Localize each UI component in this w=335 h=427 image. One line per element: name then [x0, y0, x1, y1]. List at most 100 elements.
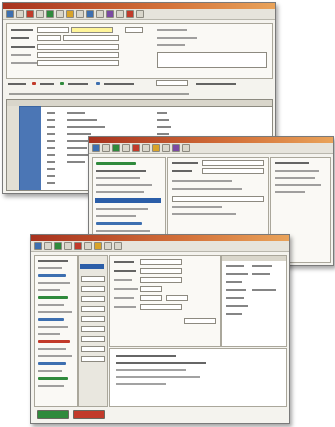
search-icon[interactable]: [152, 144, 160, 152]
value-field[interactable]: [81, 356, 105, 362]
value-field[interactable]: [81, 296, 105, 302]
input-field[interactable]: [71, 27, 113, 33]
help-icon[interactable]: [136, 10, 144, 18]
value-field[interactable]: [81, 316, 105, 322]
nav-item[interactable]: [38, 370, 62, 372]
input-field[interactable]: [37, 44, 119, 50]
save-icon[interactable]: [122, 144, 130, 152]
input-field[interactable]: [156, 80, 188, 86]
print-icon[interactable]: [84, 242, 92, 250]
input-field[interactable]: [140, 268, 182, 274]
notes-field[interactable]: [157, 52, 267, 68]
list-item[interactable]: [96, 177, 140, 179]
input-field[interactable]: [140, 277, 182, 283]
value-field[interactable]: [81, 326, 105, 332]
value-field[interactable]: [81, 336, 105, 342]
input-field[interactable]: [140, 286, 162, 292]
list-item[interactable]: [96, 230, 150, 232]
action-icon[interactable]: [32, 82, 36, 85]
new-icon[interactable]: [34, 242, 42, 250]
input-field[interactable]: [37, 35, 61, 41]
input-field[interactable]: [202, 160, 264, 166]
search-icon[interactable]: [66, 10, 74, 18]
print-icon[interactable]: [142, 144, 150, 152]
selected-value[interactable]: [80, 264, 104, 269]
list-item[interactable]: [96, 215, 136, 217]
print-icon[interactable]: [56, 10, 64, 18]
input-field[interactable]: [37, 27, 69, 33]
input-field[interactable]: [184, 318, 216, 324]
action-label[interactable]: [8, 83, 26, 85]
sort-icon[interactable]: [116, 10, 124, 18]
input-field[interactable]: [37, 60, 119, 66]
save-icon[interactable]: [36, 10, 44, 18]
nav-item[interactable]: [38, 326, 68, 328]
input-field[interactable]: [166, 295, 188, 301]
nav-item[interactable]: [38, 340, 70, 343]
ok-button[interactable]: [37, 410, 69, 419]
paste-icon[interactable]: [96, 10, 104, 18]
delete-icon[interactable]: [74, 242, 82, 250]
nav-item[interactable]: [38, 260, 68, 262]
help-icon[interactable]: [182, 144, 190, 152]
input-field[interactable]: [63, 35, 119, 41]
open-icon[interactable]: [44, 242, 52, 250]
filter-icon[interactable]: [162, 144, 170, 152]
filter-icon[interactable]: [106, 10, 114, 18]
input-field[interactable]: [140, 304, 182, 310]
filter-icon[interactable]: [104, 242, 112, 250]
selected-cells[interactable]: [19, 106, 41, 190]
help-icon[interactable]: [114, 242, 122, 250]
value-field[interactable]: [81, 276, 105, 282]
list-item[interactable]: [96, 162, 136, 165]
action-label[interactable]: [68, 83, 88, 85]
nav-item[interactable]: [38, 355, 72, 357]
input-field[interactable]: [140, 259, 182, 265]
nav-item[interactable]: [38, 333, 60, 335]
tools-icon[interactable]: [172, 144, 180, 152]
cancel-button[interactable]: [73, 410, 105, 419]
input-field[interactable]: [202, 168, 264, 174]
action-label[interactable]: [196, 83, 236, 85]
refresh-icon[interactable]: [54, 242, 62, 250]
new-icon[interactable]: [92, 144, 100, 152]
nav-item[interactable]: [38, 304, 64, 306]
nav-item[interactable]: [38, 377, 68, 380]
nav-item[interactable]: [38, 267, 62, 269]
delete-icon[interactable]: [132, 144, 140, 152]
nav-item[interactable]: [38, 362, 66, 365]
selected-row[interactable]: [95, 198, 161, 203]
nav-item[interactable]: [38, 282, 70, 284]
nav-item[interactable]: [38, 274, 66, 277]
nav-item[interactable]: [38, 385, 64, 387]
refresh-icon[interactable]: [112, 144, 120, 152]
nav-item[interactable]: [38, 296, 68, 299]
value-field[interactable]: [81, 346, 105, 352]
nav-item[interactable]: [38, 311, 72, 313]
action-label[interactable]: [40, 83, 54, 85]
search-icon[interactable]: [94, 242, 102, 250]
action-label[interactable]: [104, 83, 134, 85]
save-icon[interactable]: [64, 242, 72, 250]
input-field[interactable]: [172, 196, 264, 202]
nav-item[interactable]: [38, 348, 66, 350]
nav-item[interactable]: [38, 318, 64, 321]
list-item[interactable]: [96, 222, 142, 225]
list-item[interactable]: [96, 170, 146, 172]
value-field[interactable]: [81, 306, 105, 312]
nav-item[interactable]: [38, 289, 60, 291]
list-item[interactable]: [96, 184, 152, 186]
new-icon[interactable]: [6, 10, 14, 18]
list-item[interactable]: [96, 191, 144, 193]
delete-icon[interactable]: [26, 10, 34, 18]
action-icon[interactable]: [60, 82, 64, 85]
refresh-icon[interactable]: [46, 10, 54, 18]
stop-icon[interactable]: [126, 10, 134, 18]
list-item[interactable]: [96, 208, 148, 210]
open-icon[interactable]: [102, 144, 110, 152]
value-field[interactable]: [81, 286, 105, 292]
input-field[interactable]: [125, 27, 143, 33]
cut-icon[interactable]: [76, 10, 84, 18]
action-icon[interactable]: [96, 82, 100, 85]
open-icon[interactable]: [16, 10, 24, 18]
